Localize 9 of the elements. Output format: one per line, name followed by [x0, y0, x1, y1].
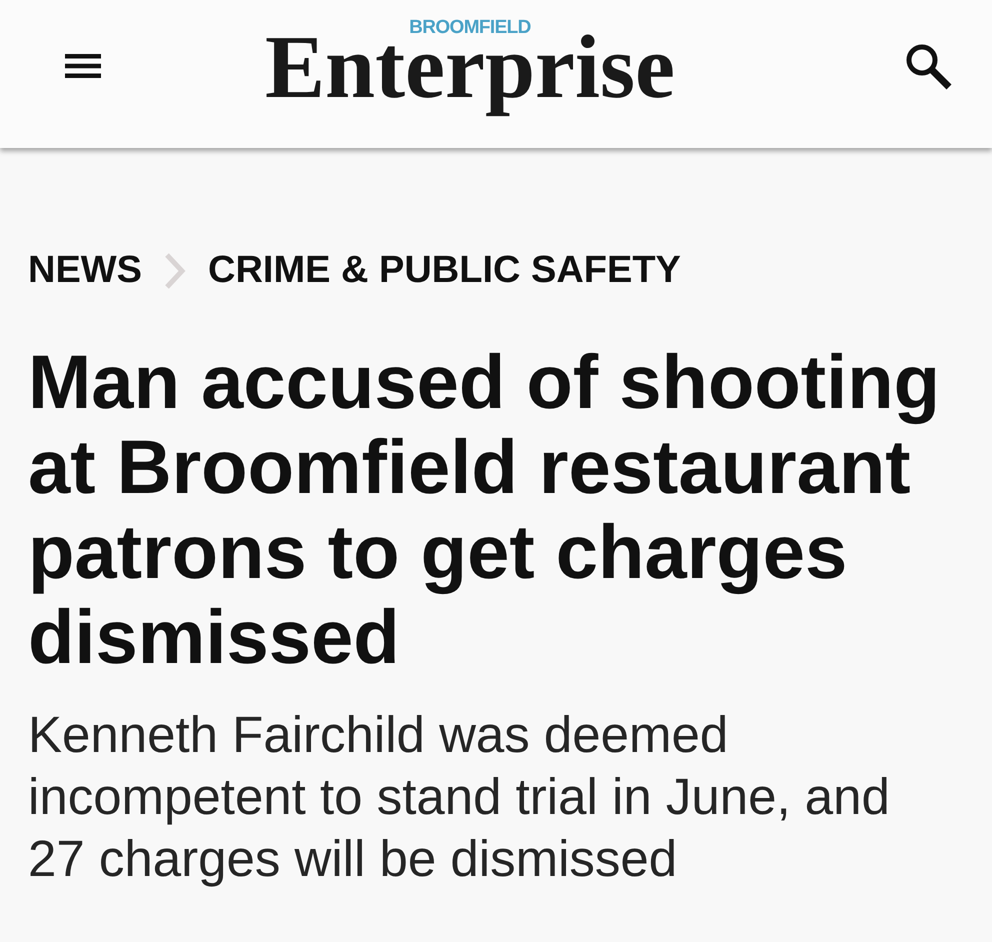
logo-kicker: BROOMFIELD: [409, 18, 531, 38]
breadcrumb-link[interactable]: CRIME & PUBLIC SAFETY: [208, 248, 681, 294]
article-subheadline: Kenneth Fairchild was deemed incompetent to stand trial in June, and 27 charges will be dismissed: [28, 704, 891, 889]
logo-wordmark[interactable]: Enterprise: [265, 37, 675, 120]
search-icon[interactable]: [904, 42, 952, 90]
breadcrumb-link[interactable]: NEWS: [28, 248, 142, 294]
menu-icon[interactable]: [65, 54, 101, 78]
article-headline: Man accused of shooting at Broomfield restaurant patrons to get charges dismissed: [28, 340, 942, 680]
chevron-icon: [164, 252, 186, 290]
